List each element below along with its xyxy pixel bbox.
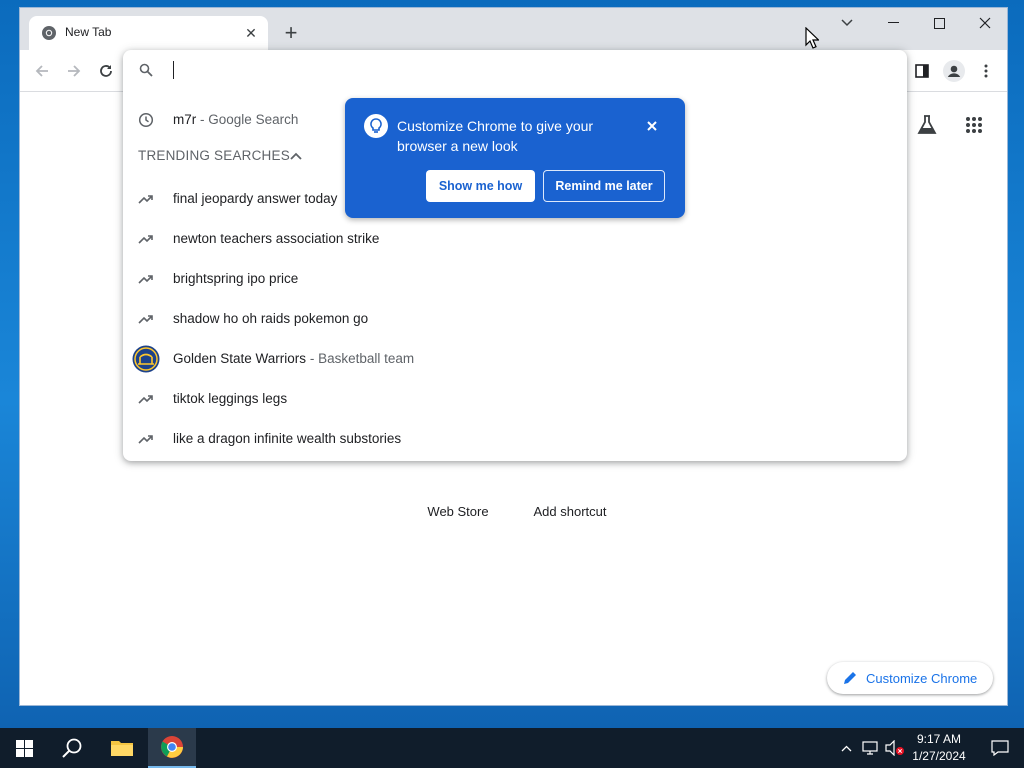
suggestion-text: m7r - Google Search bbox=[173, 112, 298, 127]
chevron-up-icon bbox=[841, 745, 851, 751]
show-me-how-button[interactable]: Show me how bbox=[426, 170, 535, 202]
customize-chrome-promo-bubble: Customize Chrome to give your browser a … bbox=[345, 98, 685, 218]
lightbulb-icon bbox=[364, 114, 388, 138]
network-tray-button[interactable] bbox=[859, 728, 883, 768]
more-vert-icon bbox=[984, 64, 988, 78]
start-button[interactable] bbox=[0, 728, 48, 768]
forward-arrow-icon bbox=[68, 65, 81, 77]
profile-button[interactable] bbox=[941, 58, 967, 84]
suggestion-description: Basketball team bbox=[318, 351, 415, 366]
tab-search-button[interactable] bbox=[824, 8, 870, 38]
suggestion-text: shadow ho oh raids pokemon go bbox=[173, 311, 369, 326]
clock-time: 9:17 AM bbox=[916, 732, 962, 746]
trending-suggestion[interactable]: shadow ho oh raids pokemon go bbox=[123, 299, 907, 339]
maximize-button[interactable] bbox=[916, 8, 962, 38]
minimize-icon bbox=[887, 22, 899, 23]
trending-up-icon bbox=[138, 195, 153, 204]
side-panel-button[interactable] bbox=[909, 58, 935, 84]
back-button[interactable] bbox=[29, 58, 55, 84]
tab-close-icon[interactable]: ✕ bbox=[242, 24, 260, 42]
trending-up-icon bbox=[138, 235, 153, 244]
search-icon bbox=[62, 738, 82, 758]
trending-suggestion-entity[interactable]: Golden State Warriors - Basketball team bbox=[123, 339, 907, 379]
trending-searches-header: TRENDING SEARCHES bbox=[138, 148, 290, 163]
taskbar: 9:17 AM 1/27/2024 bbox=[0, 728, 1024, 768]
apps-button[interactable] bbox=[960, 111, 988, 139]
suggestion-text: final jeopardy answer today bbox=[173, 191, 338, 206]
omnibox-input[interactable] bbox=[171, 58, 871, 82]
profile-icon bbox=[943, 60, 965, 82]
windows-logo-icon bbox=[15, 739, 33, 757]
suggestion-query: Golden State Warriors bbox=[173, 351, 307, 366]
web-store-label: Web Store bbox=[427, 504, 489, 519]
customize-chrome-label: Customize Chrome bbox=[866, 670, 978, 686]
promo-text: Customize Chrome to give your browser a … bbox=[397, 118, 594, 154]
chrome-icon bbox=[161, 736, 183, 758]
customize-chrome-button[interactable]: Customize Chrome bbox=[827, 662, 993, 694]
trending-suggestion[interactable]: brightspring ipo price bbox=[123, 259, 907, 299]
clock-date: 1/27/2024 bbox=[912, 749, 966, 763]
trending-suggestion[interactable]: like a dragon infinite wealth substories bbox=[123, 419, 907, 459]
chevron-up-icon[interactable] bbox=[288, 148, 304, 164]
suggestion-text: like a dragon infinite wealth substories bbox=[173, 431, 402, 446]
suggestion-separator: - bbox=[309, 351, 315, 366]
suggestion-text: Golden State Warriors - Basketball team bbox=[173, 351, 414, 366]
history-clock-icon bbox=[138, 112, 154, 128]
labs-button[interactable] bbox=[913, 111, 941, 139]
show-hidden-icons-button[interactable] bbox=[835, 728, 857, 768]
chevron-down-icon bbox=[841, 19, 853, 27]
forward-button[interactable] bbox=[61, 58, 87, 84]
chrome-taskbar-button[interactable] bbox=[148, 728, 196, 768]
tab-strip: New Tab ✕ + bbox=[20, 8, 1007, 50]
flask-icon bbox=[917, 115, 937, 134]
trending-up-icon bbox=[138, 435, 153, 444]
new-tab-button[interactable]: + bbox=[277, 20, 305, 48]
tab-new-tab[interactable]: New Tab ✕ bbox=[29, 16, 268, 50]
tab-title: New Tab bbox=[65, 25, 112, 39]
close-icon[interactable] bbox=[642, 116, 662, 136]
search-icon bbox=[139, 63, 153, 77]
chrome-icon bbox=[42, 26, 56, 40]
trending-suggestion[interactable]: tiktok leggings legs bbox=[123, 379, 907, 419]
warriors-logo bbox=[132, 345, 160, 373]
file-explorer-button[interactable] bbox=[98, 728, 146, 768]
close-icon bbox=[979, 17, 991, 29]
suggestion-description: Google Search bbox=[208, 112, 299, 127]
folder-icon bbox=[111, 741, 133, 756]
minimize-button[interactable] bbox=[870, 8, 916, 38]
remind-me-later-button[interactable]: Remind me later bbox=[543, 170, 665, 202]
pencil-icon bbox=[844, 672, 856, 684]
network-icon bbox=[862, 741, 878, 755]
reload-icon bbox=[100, 65, 112, 77]
suggestion-query: m7r bbox=[173, 112, 197, 127]
volume-muted-icon bbox=[885, 740, 904, 756]
trending-up-icon bbox=[138, 395, 153, 404]
omnibox-input-row[interactable] bbox=[123, 50, 907, 90]
suggestion-text: tiktok leggings legs bbox=[173, 391, 288, 406]
menu-button[interactable] bbox=[973, 58, 999, 84]
close-window-button[interactable] bbox=[962, 8, 1007, 38]
taskbar-clock[interactable]: 9:17 AM 1/27/2024 bbox=[906, 731, 972, 765]
side-panel-icon bbox=[915, 64, 929, 78]
chrome-window: New Tab ✕ + Web Store Add shortcut Custo… bbox=[19, 7, 1008, 706]
suggestion-separator: - bbox=[200, 112, 205, 127]
reload-button[interactable] bbox=[93, 58, 119, 84]
notification-icon bbox=[991, 740, 1009, 756]
trending-up-icon bbox=[138, 315, 153, 324]
suggestion-text: newton teachers association strike bbox=[173, 231, 380, 246]
suggestion-text: brightspring ipo price bbox=[173, 271, 299, 286]
trending-up-icon bbox=[138, 275, 153, 284]
text-caret bbox=[173, 61, 174, 79]
notifications-button[interactable] bbox=[976, 728, 1024, 768]
taskbar-search-button[interactable] bbox=[48, 728, 96, 768]
add-shortcut-label: Add shortcut bbox=[533, 504, 607, 519]
trending-suggestion[interactable]: newton teachers association strike bbox=[123, 219, 907, 259]
apps-grid-icon bbox=[966, 117, 982, 133]
maximize-icon bbox=[933, 17, 945, 29]
volume-tray-button[interactable] bbox=[883, 728, 907, 768]
back-arrow-icon bbox=[35, 65, 48, 77]
mouse-cursor-icon bbox=[805, 27, 819, 49]
